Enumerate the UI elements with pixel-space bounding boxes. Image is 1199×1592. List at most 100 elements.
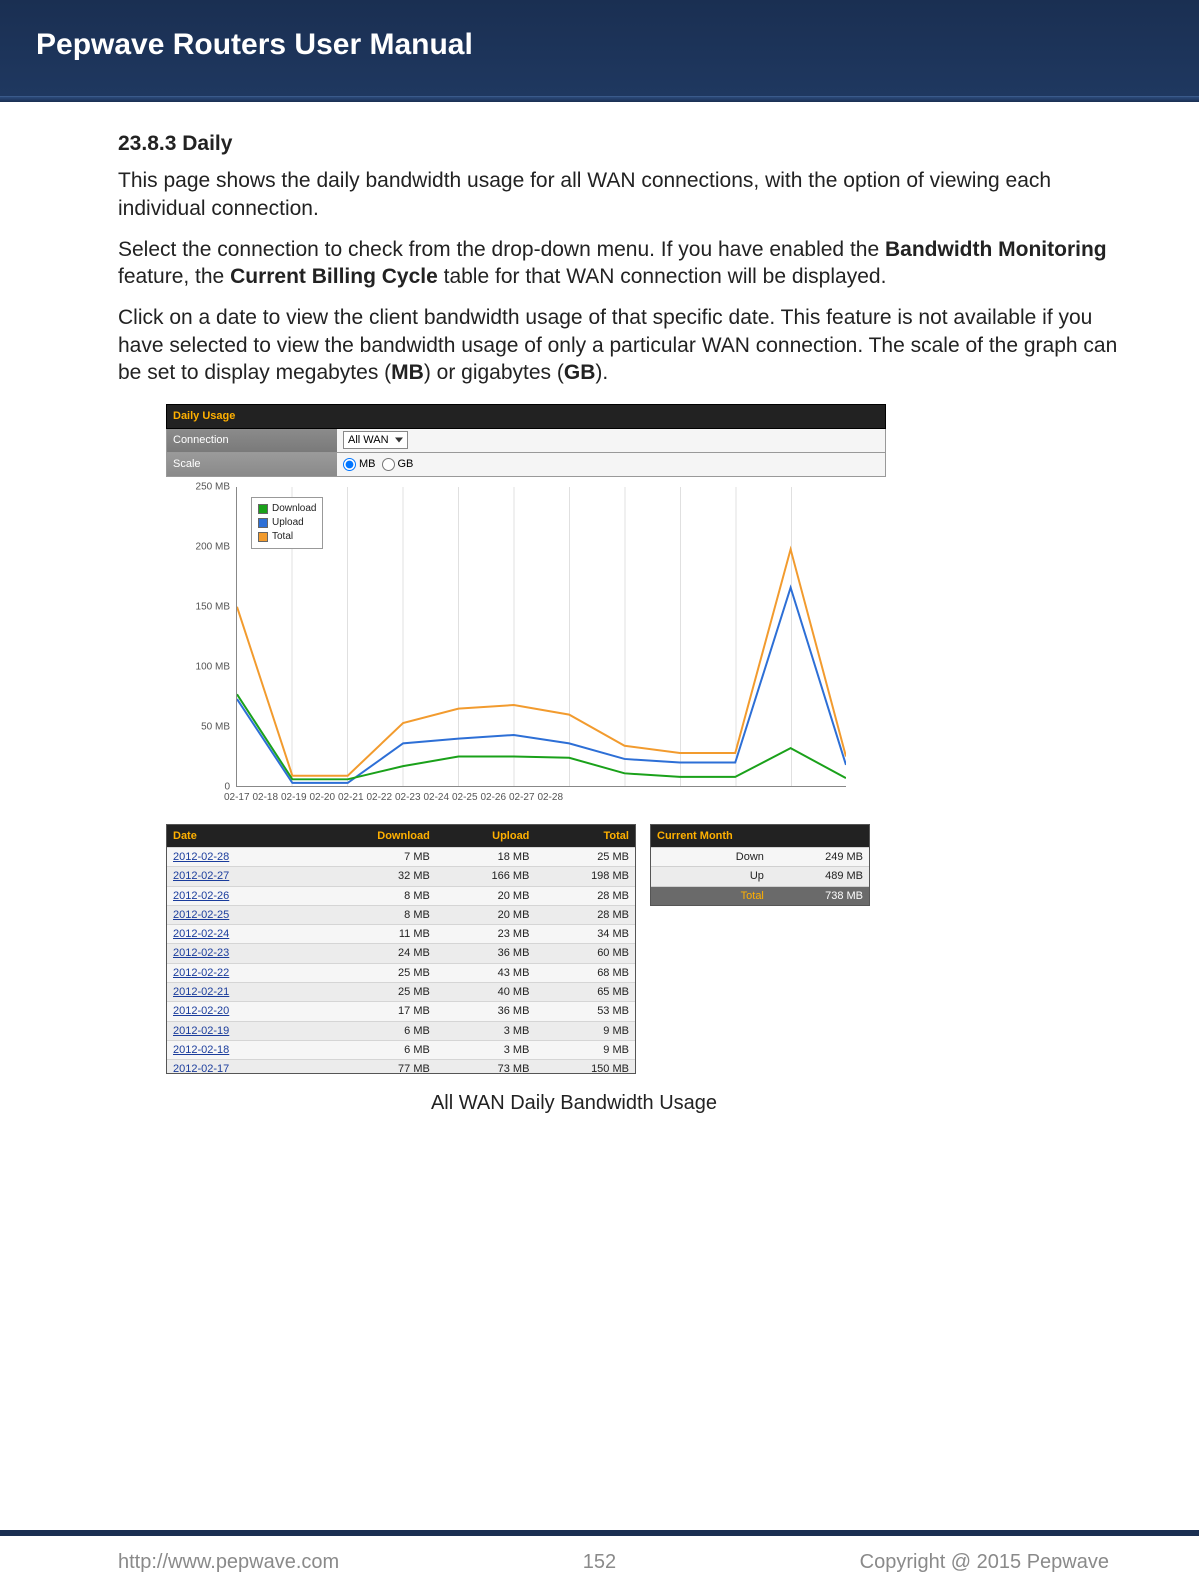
table-header: Date Download Upload Total xyxy=(167,825,635,847)
cell: 150 MB xyxy=(535,1060,635,1073)
cell: 25 MB xyxy=(535,848,635,866)
chart-plot: Download Upload Total xyxy=(236,487,846,787)
y-tick: 100 MB xyxy=(196,660,230,673)
series-download xyxy=(237,694,846,779)
date-link[interactable]: 2012-02-18 xyxy=(173,1044,229,1056)
legend-label: Download xyxy=(272,502,316,516)
text: table for that WAN connection will be di… xyxy=(438,265,887,288)
table-row: Down 249 MB xyxy=(651,847,869,866)
current-month-table: Current Month Down 249 MB Up 489 MB Tota… xyxy=(650,824,870,906)
date-link[interactable]: 2012-02-28 xyxy=(173,851,229,863)
select-value: All WAN xyxy=(348,434,389,446)
table-row: 2012-02-2732 MB166 MB198 MB xyxy=(167,866,635,885)
footer-copyright: Copyright @ 2015 Pepwave xyxy=(860,1551,1109,1574)
content: 23.8.3 Daily This page shows the daily b… xyxy=(0,102,1199,1116)
col-date: Date xyxy=(167,825,326,847)
scale-row: Scale MB GB xyxy=(166,453,886,477)
cell: 738 MB xyxy=(770,887,869,905)
col-download: Download xyxy=(326,825,436,847)
text: Select the connection to check from the … xyxy=(118,238,885,261)
cell: 43 MB xyxy=(436,964,536,982)
y-tick: 200 MB xyxy=(196,540,230,553)
chart-legend: Download Upload Total xyxy=(251,497,323,549)
col-upload: Upload xyxy=(436,825,536,847)
date-link[interactable]: 2012-02-21 xyxy=(173,986,229,998)
cell: 65 MB xyxy=(535,983,635,1001)
table-row: 2012-02-287 MB18 MB25 MB xyxy=(167,847,635,866)
scale-mb-radio[interactable]: MB xyxy=(343,457,376,471)
legend-label: Upload xyxy=(272,516,304,530)
date-link[interactable]: 2012-02-19 xyxy=(173,1025,229,1037)
text-bold: Bandwidth Monitoring xyxy=(885,238,1107,261)
radio-label: GB xyxy=(398,457,414,471)
text-bold: Current Billing Cycle xyxy=(230,265,438,288)
cell: 34 MB xyxy=(535,925,635,943)
table-row: 2012-02-1777 MB73 MB150 MB xyxy=(167,1059,635,1073)
date-link[interactable]: 2012-02-20 xyxy=(173,1005,229,1017)
paragraph: Click on a date to view the client bandw… xyxy=(118,304,1133,386)
cell: 8 MB xyxy=(326,906,436,924)
table-row: 2012-02-21 25 MB40 MB65 MB xyxy=(167,982,635,1001)
date-link[interactable]: 2012-02-22 xyxy=(173,967,229,979)
scale-gb-radio[interactable]: GB xyxy=(382,457,414,471)
connection-select[interactable]: All WAN xyxy=(343,431,408,449)
chart: 250 MB 200 MB 150 MB 100 MB 50 MB 0 Down… xyxy=(166,487,886,787)
cell: 489 MB xyxy=(770,867,869,885)
page-number: 152 xyxy=(583,1551,616,1574)
text: Click on a date to view the client bandw… xyxy=(118,306,1117,384)
chart-x-axis: 02-1702-1802-1902-2002-2102-2202-2302-24… xyxy=(236,787,846,804)
cell: 36 MB xyxy=(436,944,536,962)
cell: 7 MB xyxy=(326,848,436,866)
cell: 24 MB xyxy=(326,944,436,962)
table-row: 2012-02-186 MB3 MB9 MB xyxy=(167,1040,635,1059)
cell: 20 MB xyxy=(436,906,536,924)
chevron-down-icon xyxy=(395,438,403,443)
text-bold: GB xyxy=(564,361,596,384)
date-link[interactable]: 2012-02-17 xyxy=(173,1063,229,1073)
page-footer: http://www.pepwave.com 152 Copyright @ 2… xyxy=(0,1522,1199,1592)
page-title: Pepwave Routers User Manual xyxy=(36,28,473,61)
paragraph: Select the connection to check from the … xyxy=(118,236,1133,291)
chart-y-axis: 250 MB 200 MB 150 MB 100 MB 50 MB 0 xyxy=(166,487,236,787)
radio-input[interactable] xyxy=(382,458,395,471)
cell: 28 MB xyxy=(535,887,635,905)
cell: 40 MB xyxy=(436,983,536,1001)
legend-swatch-upload xyxy=(258,518,268,528)
date-link[interactable]: 2012-02-24 xyxy=(173,928,229,940)
legend-label: Total xyxy=(272,530,293,544)
date-link[interactable]: 2012-02-23 xyxy=(173,947,229,959)
table-row: 2012-02-2017 MB36 MB53 MB xyxy=(167,1001,635,1020)
cell: 77 MB xyxy=(326,1060,436,1073)
y-tick: 0 xyxy=(224,780,230,793)
tables-row: Date Download Upload Total 2012-02-28 7 M… xyxy=(166,824,886,1075)
cell: 17 MB xyxy=(326,1002,436,1020)
series-total xyxy=(237,549,846,775)
col-total: Total xyxy=(535,825,635,847)
table-row: 2012-02-2324 MB36 MB60 MB xyxy=(167,943,635,962)
cell: Up xyxy=(651,867,770,885)
daily-table: Date Download Upload Total 2012-02-28 7 M… xyxy=(166,824,636,1075)
cell: 11 MB xyxy=(326,925,436,943)
cell: 3 MB xyxy=(436,1022,536,1040)
text: ) or gigabytes ( xyxy=(424,361,564,384)
cell: 68 MB xyxy=(535,964,635,982)
text: feature, the xyxy=(118,265,230,288)
table-row: Up 489 MB xyxy=(651,866,869,885)
cell: 9 MB xyxy=(535,1022,635,1040)
date-link[interactable]: 2012-02-27 xyxy=(173,870,229,882)
table-row: Total 738 MB xyxy=(651,886,869,905)
radio-input[interactable] xyxy=(343,458,356,471)
date-link[interactable]: 2012-02-26 xyxy=(173,890,229,902)
cell: 249 MB xyxy=(770,848,869,866)
date-link[interactable]: 2012-02-25 xyxy=(173,909,229,921)
embedded-screenshot: Daily Usage Connection All WAN Scale MB … xyxy=(166,404,886,1116)
chart-svg xyxy=(237,487,846,787)
y-tick: 50 MB xyxy=(201,720,230,733)
cell: 198 MB xyxy=(535,867,635,885)
section-title: 23.8.3 Daily xyxy=(118,130,1133,157)
table-body: 2012-02-287 MB18 MB25 MB2012-02-2732 MB1… xyxy=(167,847,635,1073)
cell: 25 MB xyxy=(326,983,436,1001)
cell: Down xyxy=(651,848,770,866)
connection-label: Connection xyxy=(167,429,337,451)
figure-caption: All WAN Daily Bandwidth Usage xyxy=(214,1090,934,1116)
